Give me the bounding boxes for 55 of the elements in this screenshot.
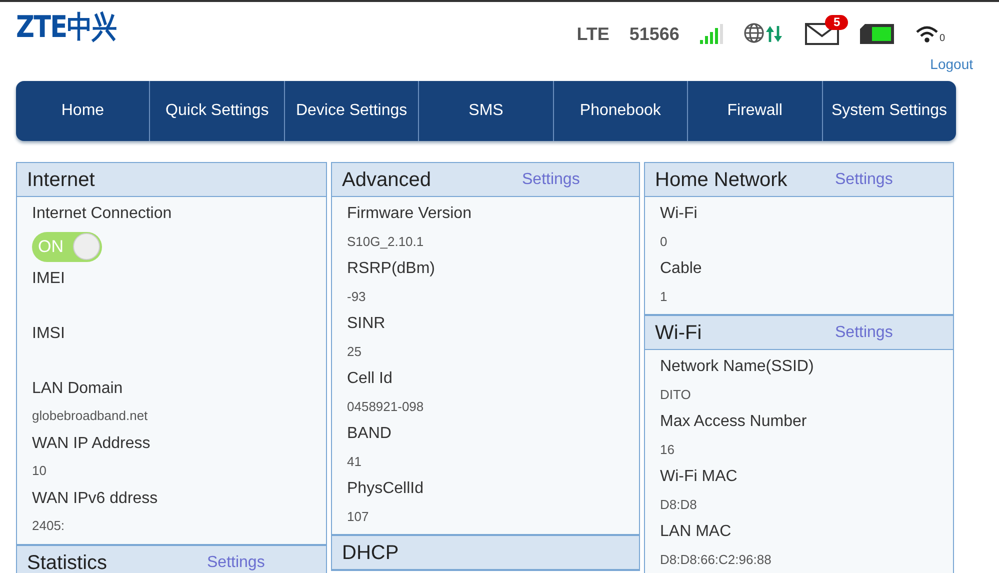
- field-label: Wi-Fi MAC: [660, 467, 738, 487]
- field-value: globebroadband.net: [32, 407, 149, 425]
- field-value: 2405:: [32, 517, 66, 535]
- field-value: S10G_2.10.1: [347, 232, 425, 251]
- field-label: Cell Id: [347, 369, 394, 389]
- field-label: SINR: [347, 314, 386, 334]
- field-value: 25: [347, 342, 362, 360]
- panel-title: Statistics: [27, 552, 108, 573]
- signal-icon: [699, 23, 724, 45]
- field-label: Firmware Version: [347, 204, 472, 224]
- panel-title: Advanced: [342, 169, 432, 191]
- field-label: Max Access Number: [660, 412, 808, 432]
- wifi-icon: [915, 24, 940, 44]
- panel-title: Internet: [27, 169, 96, 191]
- field-value: 10: [32, 462, 48, 480]
- field-label: RSRP(dBm): [347, 259, 436, 279]
- panel-title: Wi-Fi: [655, 322, 703, 344]
- field-label: BAND: [347, 424, 392, 444]
- field-value: 107: [347, 508, 370, 526]
- nav-tab[interactable]: Quick Settings: [149, 81, 284, 141]
- nav-tab[interactable]: SMS: [418, 81, 553, 141]
- field-label: IMEI: [32, 268, 66, 288]
- nav-tab[interactable]: Firewall: [687, 81, 822, 141]
- field-value: D8:D8: [660, 496, 698, 514]
- panel-title: Home Network: [655, 169, 788, 191]
- field-value: 0: [660, 232, 668, 250]
- logout-link[interactable]: Logout: [930, 56, 973, 72]
- wifi-client-count: 0: [939, 34, 945, 44]
- field-value: D8:D8:66:C2:96:88: [660, 550, 772, 568]
- field-value: -93: [347, 288, 367, 306]
- field-label: Network Name(SSID): [660, 357, 815, 377]
- panel-title: DHCP: [342, 542, 400, 564]
- unread-badge: 5: [825, 15, 848, 30]
- field-value: DITO: [660, 386, 692, 404]
- field-label: Internet Connection: [32, 204, 173, 224]
- nav-tab[interactable]: Device Settings: [284, 81, 418, 141]
- field-label: WAN IP Address: [32, 434, 152, 454]
- nav-tab[interactable]: Phonebook: [552, 81, 688, 141]
- field-label: Cable: [660, 259, 703, 279]
- field-label: LAN MAC: [660, 522, 732, 542]
- field-value: 16: [660, 440, 676, 458]
- operator-code: 51566: [629, 24, 680, 44]
- field-value: 41: [347, 452, 362, 470]
- battery-icon: [859, 23, 896, 45]
- field-label: WAN IPv6 ddress: [32, 488, 159, 508]
- field-label: LAN Domain: [32, 378, 124, 398]
- nav-tab[interactable]: System Settings: [822, 81, 956, 141]
- field-label: PhysCellId: [347, 479, 424, 499]
- field-value: 1: [660, 288, 668, 306]
- field-value: 0458921-098: [347, 398, 425, 416]
- nav-tab[interactable]: Home: [16, 81, 150, 141]
- field-label: Wi-Fi: [660, 204, 698, 224]
- field-label: IMSI: [32, 324, 66, 344]
- brand-logo: ZTE中兴: [16, 11, 116, 45]
- network-type: LTE: [576, 24, 610, 44]
